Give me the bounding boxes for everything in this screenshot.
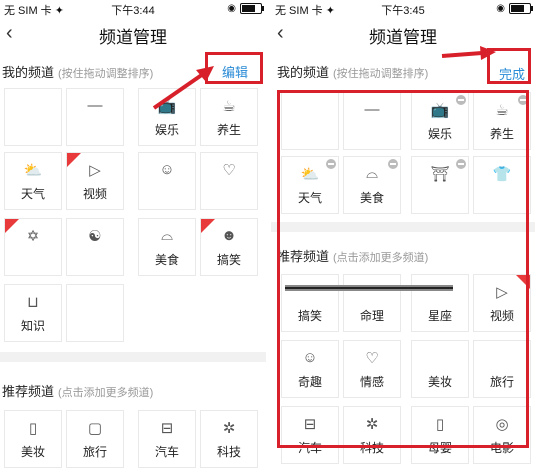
- my-channels-hint: (按住拖动调整排序): [58, 68, 154, 80]
- phone-screen-after: 无 SIM 卡 ✦ 下午3:45 ◉ ‹ 频道管理 我的频道 (按住拖动调整排序)…: [271, 0, 535, 476]
- status-bar: 无 SIM 卡 ✦ 下午3:44 ◉: [0, 0, 266, 18]
- channel-tile-keji[interactable]: ✲ 科技: [200, 410, 258, 468]
- weather-icon: ⛅: [23, 162, 43, 179]
- channel-tile[interactable]: —: [66, 88, 124, 146]
- comparison-screenshot: 无 SIM 卡 ✦ 下午3:44 ◉ ‹ 频道管理 我的频道 (按住拖动调整排序)…: [0, 0, 535, 476]
- channel-tile-meishi[interactable]: ⌓ 美食: [138, 218, 196, 276]
- page-title: 频道管理: [99, 28, 167, 47]
- red-arrow-left: [152, 66, 214, 110]
- car-icon: ⊟: [160, 420, 174, 437]
- status-bar: 无 SIM 卡 ✦ 下午3:45 ◉: [271, 0, 535, 18]
- channel-tile-shipin[interactable]: ▷ 视频: [66, 152, 124, 210]
- channel-tile-meizhuang[interactable]: ▯ 美妆: [4, 410, 62, 468]
- channel-tile-tianqi[interactable]: ⛅ 天气: [4, 152, 62, 210]
- book-icon: ⊔: [27, 294, 39, 311]
- channel-tile[interactable]: ✡: [4, 218, 62, 276]
- my-channels-hint: (按住拖动调整排序): [333, 68, 429, 80]
- network-icon: ✲: [222, 420, 236, 437]
- battery-icon: [509, 3, 533, 14]
- dish-icon: ⌓: [161, 227, 173, 244]
- image-smear-artifact: [285, 285, 453, 291]
- recommended-channels-header: 推荐频道 (点击添加更多频道): [0, 375, 266, 403]
- laugh-icon: ☻: [221, 227, 237, 244]
- nav-bar: ‹ 频道管理: [0, 18, 266, 52]
- channel-tile[interactable]: ☺: [138, 152, 196, 210]
- my-channels-title: 我的频道: [277, 65, 330, 80]
- lipstick-icon: ▯: [28, 420, 38, 437]
- location-icon: ◉: [496, 3, 505, 14]
- location-icon: ◉: [227, 3, 236, 14]
- channel-tile-gaoxiao[interactable]: ☻ 搞笑: [200, 218, 258, 276]
- yin-yang-icon: ☯: [88, 228, 102, 245]
- suitcase-icon: ▢: [87, 420, 103, 437]
- highlight-channels-box: [277, 90, 529, 448]
- clock: 下午3:44: [111, 5, 155, 17]
- phone-screen-before: 无 SIM 卡 ✦ 下午3:44 ◉ ‹ 频道管理 我的频道 (按住拖动调整排序)…: [0, 0, 266, 476]
- channel-tile[interactable]: ☯: [66, 218, 124, 276]
- red-arrow-right: [441, 46, 496, 60]
- channel-tile-lvxing[interactable]: ▢ 旅行: [66, 410, 124, 468]
- my-channels-title: 我的频道: [2, 65, 55, 80]
- channel-tile-qiche[interactable]: ⊟ 汽车: [138, 410, 196, 468]
- star-of-david-icon: ✡: [26, 228, 40, 245]
- channel-tile[interactable]: ♡: [200, 152, 258, 210]
- smile-icon: ☺: [159, 161, 175, 178]
- recommended-title: 推荐频道: [2, 384, 55, 399]
- battery-icon: [240, 3, 264, 14]
- recommended-hint: (点击添加更多频道): [58, 387, 154, 399]
- channel-tile-zhishi[interactable]: ⊔ 知识: [4, 284, 62, 342]
- channel-icon: —: [87, 97, 103, 114]
- heart-icon: ♡: [222, 162, 236, 179]
- channel-tile[interactable]: [4, 88, 62, 146]
- channel-tile[interactable]: [66, 284, 124, 342]
- play-icon: ▷: [89, 162, 101, 179]
